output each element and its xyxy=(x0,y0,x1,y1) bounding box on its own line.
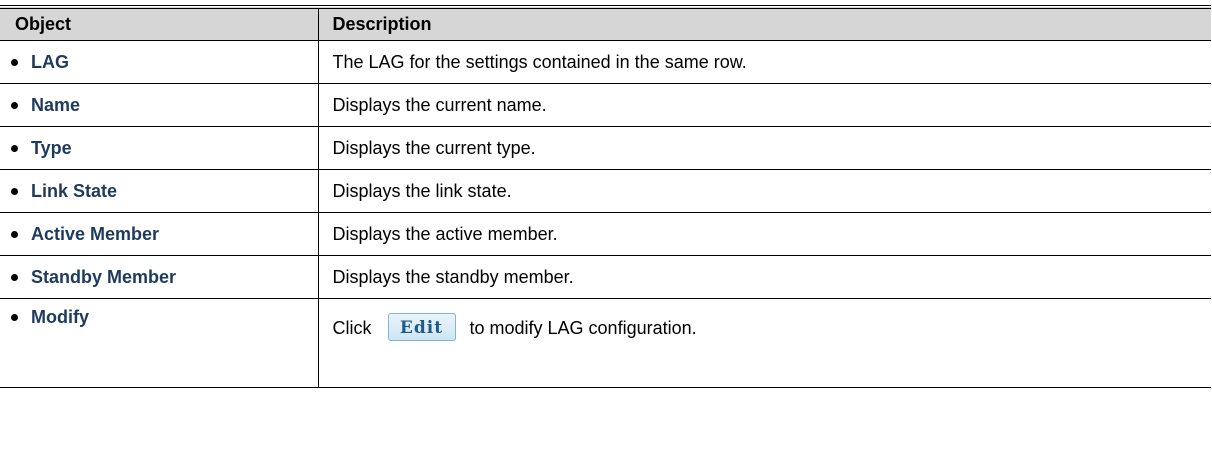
bullet-icon xyxy=(11,314,18,321)
bullet-icon xyxy=(11,187,18,195)
table-row-modify: Modify Click Edit to modify LAG configurat… xyxy=(0,298,1211,388)
description-cell: The LAG for the settings contained in th… xyxy=(317,40,1211,84)
object-cell: Name xyxy=(0,83,318,127)
description-column-header: Description xyxy=(317,5,1211,41)
object-description-table: Object Description LAG The LAG for the s… xyxy=(0,5,1211,388)
object-cell: Standby Member xyxy=(0,255,318,299)
bullet-icon xyxy=(11,144,18,152)
table-header-row: Object Description xyxy=(0,5,1211,41)
description-cell: Displays the active member. xyxy=(317,212,1211,256)
object-label: Link State xyxy=(31,180,118,201)
object-label: Type xyxy=(31,137,72,158)
object-cell: Active Member xyxy=(0,212,318,256)
object-cell: Modify xyxy=(0,298,318,388)
table-row: Active Member Displays the active member… xyxy=(0,212,1211,256)
object-label: Standby Member xyxy=(31,266,177,287)
description-cell: Click Edit to modify LAG configuration. xyxy=(317,298,1211,388)
object-cell: Link State xyxy=(0,169,318,213)
description-cell: Displays the current name. xyxy=(317,83,1211,127)
bullet-icon xyxy=(11,273,18,281)
object-label: Active Member xyxy=(31,223,160,244)
object-label: LAG xyxy=(31,51,69,72)
bullet-icon xyxy=(11,101,18,109)
object-label: Modify xyxy=(31,307,89,327)
table-row: Type Displays the current type. xyxy=(0,126,1211,170)
table-row: Standby Member Displays the standby memb… xyxy=(0,255,1211,299)
bullet-icon xyxy=(11,230,18,238)
object-column-header: Object xyxy=(0,5,318,41)
object-label: Name xyxy=(31,94,81,115)
object-cell: Type xyxy=(0,126,318,170)
description-cell: Displays the standby member. xyxy=(317,255,1211,299)
table-row: LAG The LAG for the settings contained i… xyxy=(0,40,1211,84)
table-row: Name Displays the current name. xyxy=(0,83,1211,127)
click-text: Click xyxy=(332,317,372,338)
edit-button[interactable]: Edit xyxy=(387,313,456,341)
table-row: Link State Displays the link state. xyxy=(0,169,1211,213)
bullet-icon xyxy=(11,58,18,66)
description-cell: Displays the link state. xyxy=(317,169,1211,213)
description-cell: Displays the current type. xyxy=(317,126,1211,170)
modify-description-text: to modify LAG configuration. xyxy=(469,317,697,338)
object-cell: LAG xyxy=(0,40,318,84)
